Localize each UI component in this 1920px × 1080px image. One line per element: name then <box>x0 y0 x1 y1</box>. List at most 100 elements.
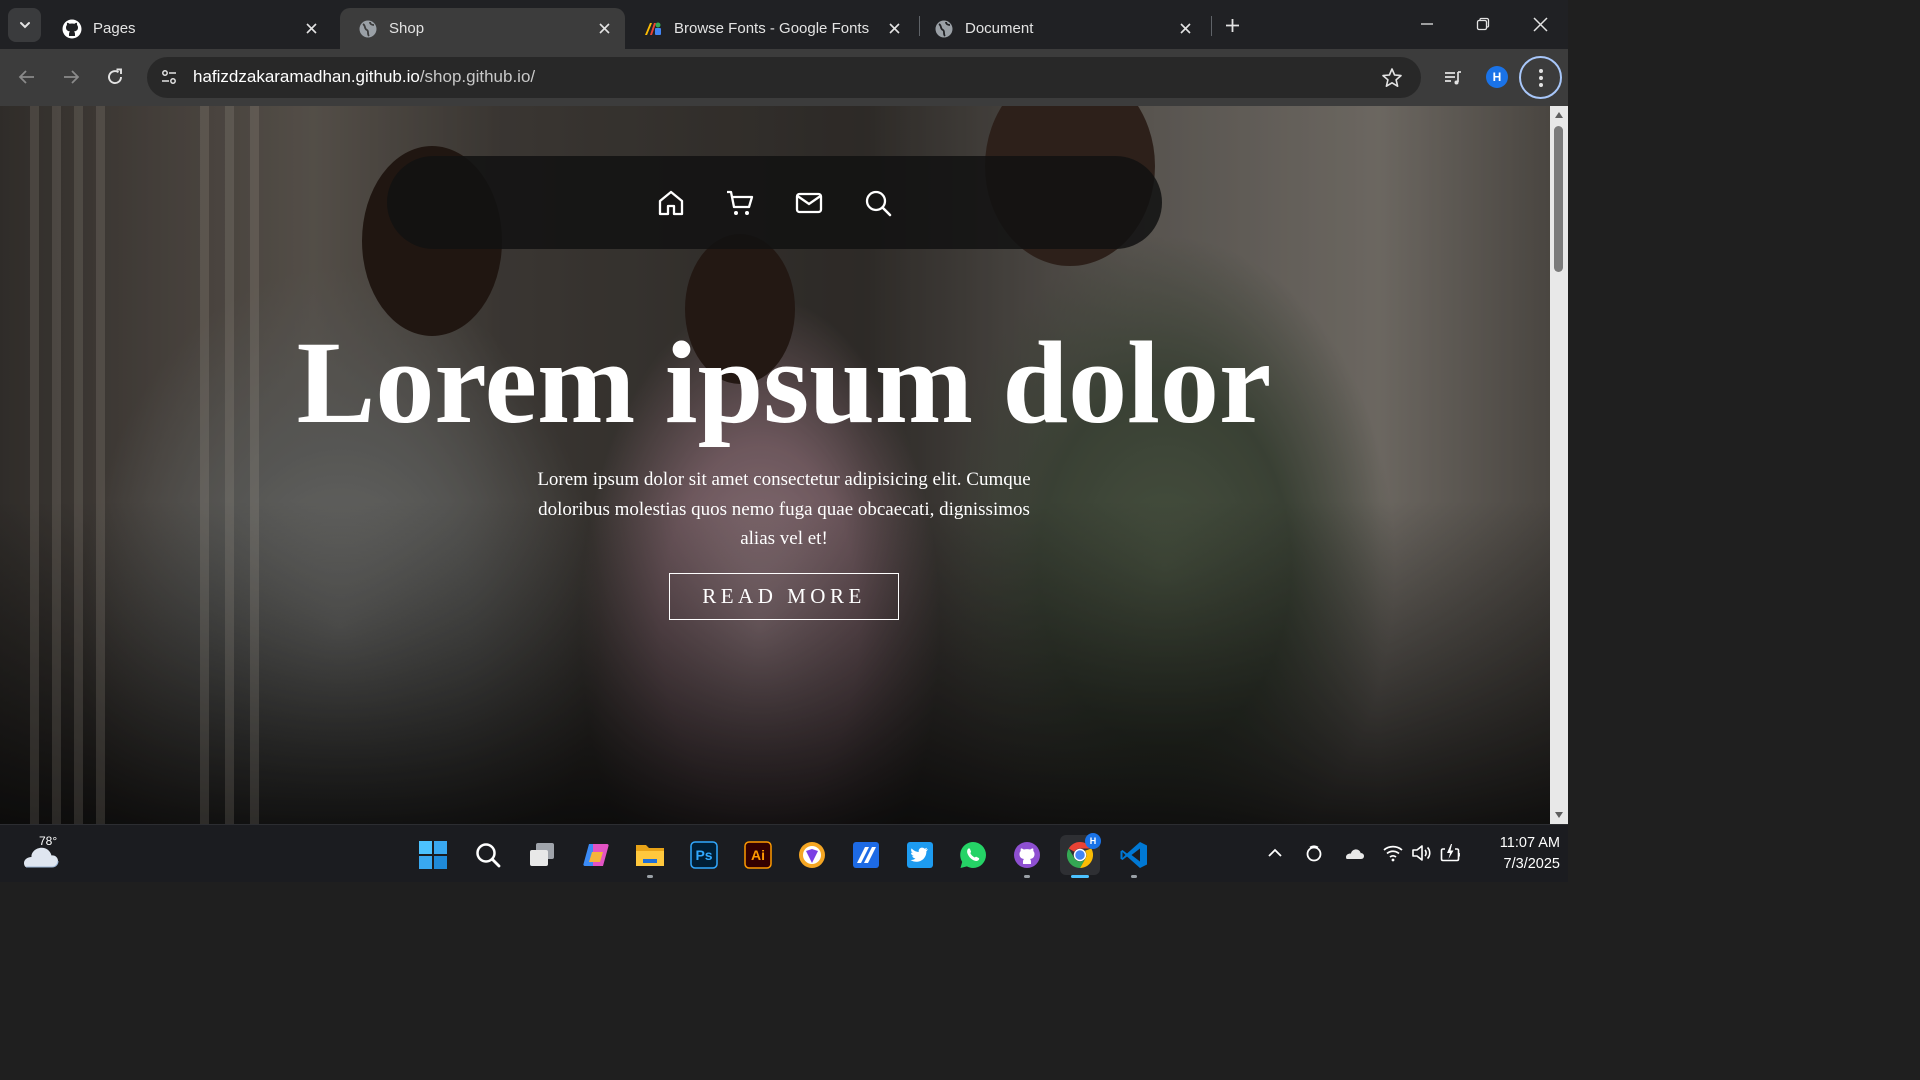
running-indicator <box>1024 875 1030 878</box>
media-controls-button[interactable] <box>1440 65 1466 91</box>
taskbar-search-button[interactable] <box>468 835 508 875</box>
tab-title: Browse Fonts - Google Fonts <box>674 20 870 37</box>
url-path: /shop.github.io/ <box>419 67 536 86</box>
volume-button[interactable] <box>1409 841 1433 865</box>
clock-date: 7/3/2025 <box>1503 856 1560 872</box>
browser-toolbar: hafizdzakaramadhan.github.io/shop.github… <box>0 49 1568 106</box>
github-desktop-icon <box>1014 842 1040 868</box>
clock-time: 11:07 AM <box>1499 835 1560 851</box>
tab-shop[interactable]: Shop <box>340 8 625 49</box>
close-tab-icon[interactable] <box>885 20 903 38</box>
reload-icon <box>108 68 122 84</box>
more-vert-icon <box>1538 68 1543 87</box>
minimize-icon <box>1421 23 1433 25</box>
plus-icon <box>1225 18 1239 32</box>
tab-strip: Pages Shop Browse Fonts - Google Fonts D… <box>0 0 1568 49</box>
windows-taskbar: 78° Ps Ai H 11:07 AM 7/3/2025 <box>0 824 1568 882</box>
scroll-down-arrow-icon[interactable] <box>1554 810 1564 820</box>
browser-menu-button[interactable] <box>1519 56 1562 99</box>
tab-document[interactable]: Document <box>916 8 1206 49</box>
sync-tray-button[interactable] <box>1302 841 1326 865</box>
task-view-button[interactable] <box>522 835 562 875</box>
restore-icon <box>1476 17 1490 31</box>
minimize-button[interactable] <box>1414 11 1440 37</box>
tab-title: Document <box>965 20 1034 37</box>
onedrive-button[interactable] <box>1342 841 1366 865</box>
queue-music-icon <box>1445 71 1461 85</box>
battery-button[interactable] <box>1439 841 1463 865</box>
home-icon[interactable] <box>656 187 687 218</box>
address-bar[interactable]: hafizdzakaramadhan.github.io/shop.github… <box>147 57 1421 98</box>
start-button[interactable] <box>413 835 453 875</box>
vertical-scrollbar[interactable] <box>1550 106 1568 824</box>
close-window-button[interactable] <box>1527 11 1553 37</box>
copilot-button[interactable] <box>576 835 616 875</box>
battery-charging-icon <box>1440 844 1460 862</box>
arrow-right-icon <box>64 70 80 84</box>
speaker-icon <box>1412 845 1431 861</box>
running-indicator <box>1131 875 1137 878</box>
twitter-icon <box>907 842 933 868</box>
chrome-profile-badge: H <box>1085 833 1101 849</box>
file-explorer-button[interactable] <box>630 835 670 878</box>
scroll-up-arrow-icon[interactable] <box>1554 110 1564 120</box>
arrow-left-icon <box>18 70 34 84</box>
close-tab-icon[interactable] <box>595 20 613 38</box>
bookmark-star-icon[interactable] <box>1381 67 1403 89</box>
brave-browser-button[interactable] <box>792 835 832 875</box>
tab-title: Shop <box>389 20 425 37</box>
tab-separator <box>1211 16 1212 36</box>
task-view-icon <box>530 843 554 866</box>
page-viewport: Lorem ipsum dolor Lorem ipsum dolor sit … <box>0 106 1568 824</box>
site-nav-bar <box>387 156 1162 249</box>
new-tab-button[interactable] <box>1220 13 1244 37</box>
brave-icon <box>799 842 825 868</box>
tab-search-button[interactable] <box>8 8 41 42</box>
onedrive-cloud-icon <box>1346 849 1364 859</box>
show-hidden-icons-button[interactable] <box>1263 841 1287 865</box>
illustrator-label: Ai <box>751 847 765 863</box>
photoshop-label: Ps <box>695 847 713 863</box>
photoshop-button[interactable]: Ps <box>684 835 724 875</box>
restore-button[interactable] <box>1470 11 1496 37</box>
running-indicator <box>647 875 653 878</box>
hero-description: Lorem ipsum dolor sit amet consectetur a… <box>537 469 1031 549</box>
github-icon <box>62 19 82 38</box>
file-explorer-icon <box>636 845 664 866</box>
illustrator-button[interactable]: Ai <box>738 835 778 875</box>
copilot-icon <box>583 844 609 866</box>
forward-button[interactable] <box>59 65 83 89</box>
twitter-button[interactable] <box>900 835 940 875</box>
dev-app-button[interactable] <box>846 835 886 875</box>
whatsapp-button[interactable] <box>953 835 993 875</box>
reload-button[interactable] <box>103 65 127 89</box>
mail-icon[interactable] <box>794 187 825 218</box>
dev-app-icon <box>853 842 879 868</box>
chevron-up-icon <box>1268 848 1282 857</box>
scrollbar-thumb[interactable] <box>1554 126 1563 272</box>
cart-icon[interactable] <box>725 187 756 218</box>
read-more-button[interactable]: READ MORE <box>669 573 899 620</box>
search-icon <box>476 843 501 868</box>
vscode-button[interactable] <box>1114 835 1154 878</box>
site-info-icon[interactable] <box>159 67 179 87</box>
tab-google-fonts[interactable]: Browse Fonts - Google Fonts <box>625 8 915 49</box>
github-desktop-button[interactable] <box>1007 835 1047 878</box>
search-icon[interactable] <box>863 187 894 218</box>
tab-pages[interactable]: Pages <box>44 8 332 49</box>
chrome-button[interactable]: H <box>1060 833 1101 878</box>
close-tab-icon[interactable] <box>302 20 320 38</box>
hero-title: Lorem ipsum dolor <box>296 317 1272 448</box>
tab-title: Pages <box>93 20 136 37</box>
url-text[interactable]: hafizdzakaramadhan.github.io/shop.github… <box>193 67 535 87</box>
profile-avatar[interactable]: H <box>1486 66 1508 88</box>
wifi-icon <box>1383 845 1403 862</box>
system-clock[interactable]: 11:07 AM 7/3/2025 <box>1470 833 1560 875</box>
globe-icon <box>935 20 953 37</box>
sync-status-icon <box>1306 845 1322 862</box>
wifi-button[interactable] <box>1381 841 1405 865</box>
whatsapp-icon <box>960 842 986 868</box>
back-button[interactable] <box>15 65 39 89</box>
active-indicator <box>1071 875 1089 878</box>
close-tab-icon[interactable] <box>1176 20 1194 38</box>
